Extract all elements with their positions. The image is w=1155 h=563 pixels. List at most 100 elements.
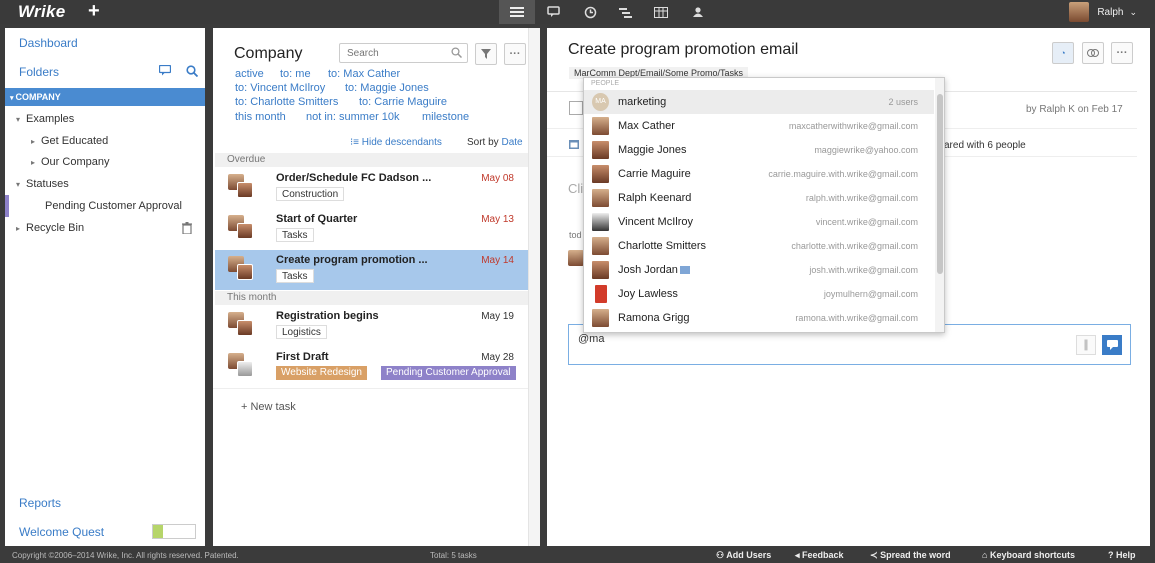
hide-descendants-toggle[interactable]: ⁝≡ Hide descendants bbox=[350, 137, 442, 148]
task-tag[interactable]: Logistics bbox=[276, 325, 327, 339]
task-row[interactable]: Registration begins May 19 Logistics bbox=[215, 306, 528, 346]
stream-view-icon[interactable] bbox=[535, 0, 571, 24]
keyboard-icon: ⌂ bbox=[982, 550, 988, 560]
sidebar-item-label: COMPANY bbox=[15, 92, 61, 102]
task-tag[interactable]: Tasks bbox=[276, 228, 314, 242]
dropdown-item[interactable]: Charlotte Smitters charlotte.with.wrike@… bbox=[584, 234, 934, 258]
feedback-link[interactable]: ◂ Feedback bbox=[795, 550, 844, 561]
sidebar-item-folders[interactable]: Folders bbox=[19, 65, 59, 79]
trash-icon[interactable] bbox=[182, 222, 192, 237]
user-name: Ralph bbox=[1097, 6, 1124, 18]
avatar bbox=[237, 182, 253, 198]
dropdown-item[interactable]: Ralph Keenard ralph.with.wrike@gmail.com bbox=[584, 186, 934, 210]
filter-token[interactable]: milestone bbox=[422, 111, 469, 123]
workload-view-icon[interactable] bbox=[680, 0, 716, 24]
shared-info[interactable]: ared with 6 people bbox=[944, 140, 1026, 151]
filter-token[interactable]: to: Vincent McIlroy bbox=[235, 82, 325, 94]
search-input[interactable] bbox=[340, 44, 440, 62]
shortcuts-link[interactable]: ⌂ Keyboard shortcuts bbox=[982, 550, 1075, 560]
filter-token[interactable]: active bbox=[235, 68, 264, 80]
attach-button[interactable]: ∥ bbox=[1076, 335, 1096, 355]
new-task-button[interactable]: + New task bbox=[241, 401, 296, 413]
person-name: Joy Lawless bbox=[618, 288, 678, 300]
sidebar-item-dashboard[interactable]: Dashboard bbox=[19, 36, 78, 50]
sidebar-item-welcome-quest[interactable]: Welcome Quest bbox=[19, 525, 104, 539]
scrollbar-thumb[interactable] bbox=[937, 94, 943, 274]
sidebar-item-pending-approval[interactable]: Pending Customer Approval bbox=[5, 195, 205, 217]
task-row-selected[interactable]: Create program promotion ... May 14 Task… bbox=[215, 250, 528, 290]
dropdown-item[interactable]: Carrie Maguire carrie.maguire.with.wrike… bbox=[584, 162, 934, 186]
task-tag[interactable]: Construction bbox=[276, 187, 345, 201]
task-title[interactable]: Create program promotion email bbox=[568, 41, 798, 59]
table-view-icon[interactable] bbox=[643, 0, 679, 24]
filter-value: Max Cather bbox=[343, 68, 401, 80]
dropdown-item[interactable]: Ramona Grigg ramona.with.wrike@gmail.com bbox=[584, 306, 934, 330]
sidebar-item-get-educated[interactable]: ▸ Get Educated bbox=[5, 130, 205, 152]
sidebar-item-company[interactable]: ▾ COMPANY bbox=[5, 88, 205, 106]
stream-icon[interactable] bbox=[158, 64, 172, 79]
scrollbar[interactable] bbox=[528, 28, 540, 546]
filter-token[interactable]: not in: summer 10k bbox=[306, 111, 400, 123]
megaphone-icon: ◂ bbox=[795, 550, 800, 560]
link-button[interactable] bbox=[1082, 42, 1104, 64]
task-date: May 13 bbox=[481, 214, 514, 225]
filter-token[interactable]: to: Maggie Jones bbox=[345, 82, 429, 94]
filter-icon bbox=[481, 49, 491, 59]
search-icon[interactable] bbox=[186, 65, 199, 80]
sidebar-item-statuses[interactable]: ▾ Statuses bbox=[5, 173, 205, 195]
task-date: May 19 bbox=[481, 311, 514, 322]
dropdown-item[interactable]: Max Cather maxcatherwithwrike@gmail.com bbox=[584, 114, 934, 138]
task-status-checkbox[interactable] bbox=[569, 101, 583, 115]
task-row[interactable]: Order/Schedule FC Dadson ... May 08 Cons… bbox=[215, 168, 528, 208]
comment-icon bbox=[1106, 340, 1118, 350]
task-tag[interactable]: Website Redesign bbox=[276, 366, 367, 380]
task-tag[interactable]: Tasks bbox=[276, 269, 314, 283]
list-view-icon[interactable] bbox=[499, 0, 535, 24]
task-row[interactable]: First Draft May 28 Website Redesign Pend… bbox=[215, 347, 528, 387]
sidebar-item-examples[interactable]: ▾ Examples bbox=[5, 108, 205, 130]
avatar bbox=[592, 261, 609, 279]
sidebar-item-our-company[interactable]: ▸ Our Company bbox=[5, 151, 205, 173]
sidebar-item-recycle-bin[interactable]: ▸ Recycle Bin bbox=[5, 217, 205, 239]
activity-label: tod bbox=[569, 230, 582, 240]
add-users-link[interactable]: ⚇ Add Users bbox=[716, 550, 771, 561]
page-title: Company bbox=[234, 45, 303, 62]
dropdown-header: PEOPLE bbox=[591, 80, 620, 87]
user-menu[interactable]: Ralph ⌄ bbox=[1069, 0, 1137, 24]
task-name: Create program promotion ... bbox=[276, 254, 428, 266]
spread-link[interactable]: ≺ Spread the word bbox=[870, 550, 951, 561]
more-options-button[interactable]: ··· bbox=[1111, 42, 1133, 64]
filter-value: Maggie Jones bbox=[360, 82, 429, 94]
send-comment-button[interactable] bbox=[1102, 335, 1122, 355]
calendar-icon[interactable] bbox=[569, 139, 579, 152]
dropdown-item[interactable]: Maggie Jones maggiewrike@yahoo.com bbox=[584, 138, 934, 162]
filter-token[interactable]: to: Charlotte Smitters bbox=[235, 96, 338, 108]
timeline-view-icon[interactable] bbox=[572, 0, 608, 24]
comment-input[interactable]: @ma bbox=[578, 333, 604, 345]
task-name: Registration begins bbox=[276, 310, 379, 322]
filter-token[interactable]: to: me bbox=[280, 68, 311, 80]
more-options-button[interactable]: ··· bbox=[504, 43, 526, 65]
filter-token[interactable]: this month bbox=[235, 111, 286, 123]
filter-token[interactable]: to: Max Cather bbox=[328, 68, 400, 80]
task-row[interactable]: Start of Quarter May 13 Tasks bbox=[215, 209, 528, 249]
task-tag-status[interactable]: Pending Customer Approval bbox=[381, 366, 516, 380]
description-placeholder[interactable]: Cli bbox=[568, 181, 583, 196]
dropdown-scrollbar[interactable] bbox=[935, 78, 944, 332]
dropdown-item[interactable]: Vincent McIlroy vincent.wrike@gmail.com bbox=[584, 210, 934, 234]
help-link[interactable]: ? Help bbox=[1108, 550, 1136, 560]
sidebar-item-reports[interactable]: Reports bbox=[19, 496, 61, 510]
search-box[interactable] bbox=[339, 43, 468, 63]
wrike-logo[interactable]: Wrike bbox=[18, 2, 66, 22]
dropdown-item[interactable]: Josh Jordan josh.with.wrike@gmail.com bbox=[584, 258, 934, 282]
sort-value: Date bbox=[501, 137, 523, 148]
dropdown-item-highlighted[interactable]: MA marketing 2 users bbox=[584, 90, 934, 114]
rss-button[interactable]: ◔ bbox=[1052, 42, 1074, 64]
filter-token[interactable]: to: Carrie Maguire bbox=[359, 96, 447, 108]
gantt-view-icon[interactable] bbox=[607, 0, 643, 24]
create-plus-button[interactable]: + bbox=[88, 0, 100, 22]
sort-control[interactable]: Sort by Date bbox=[467, 137, 523, 148]
filter-button[interactable] bbox=[475, 43, 497, 65]
avatar bbox=[592, 141, 609, 159]
dropdown-item[interactable]: Joy Lawless joymulhern@gmail.com bbox=[584, 282, 934, 306]
